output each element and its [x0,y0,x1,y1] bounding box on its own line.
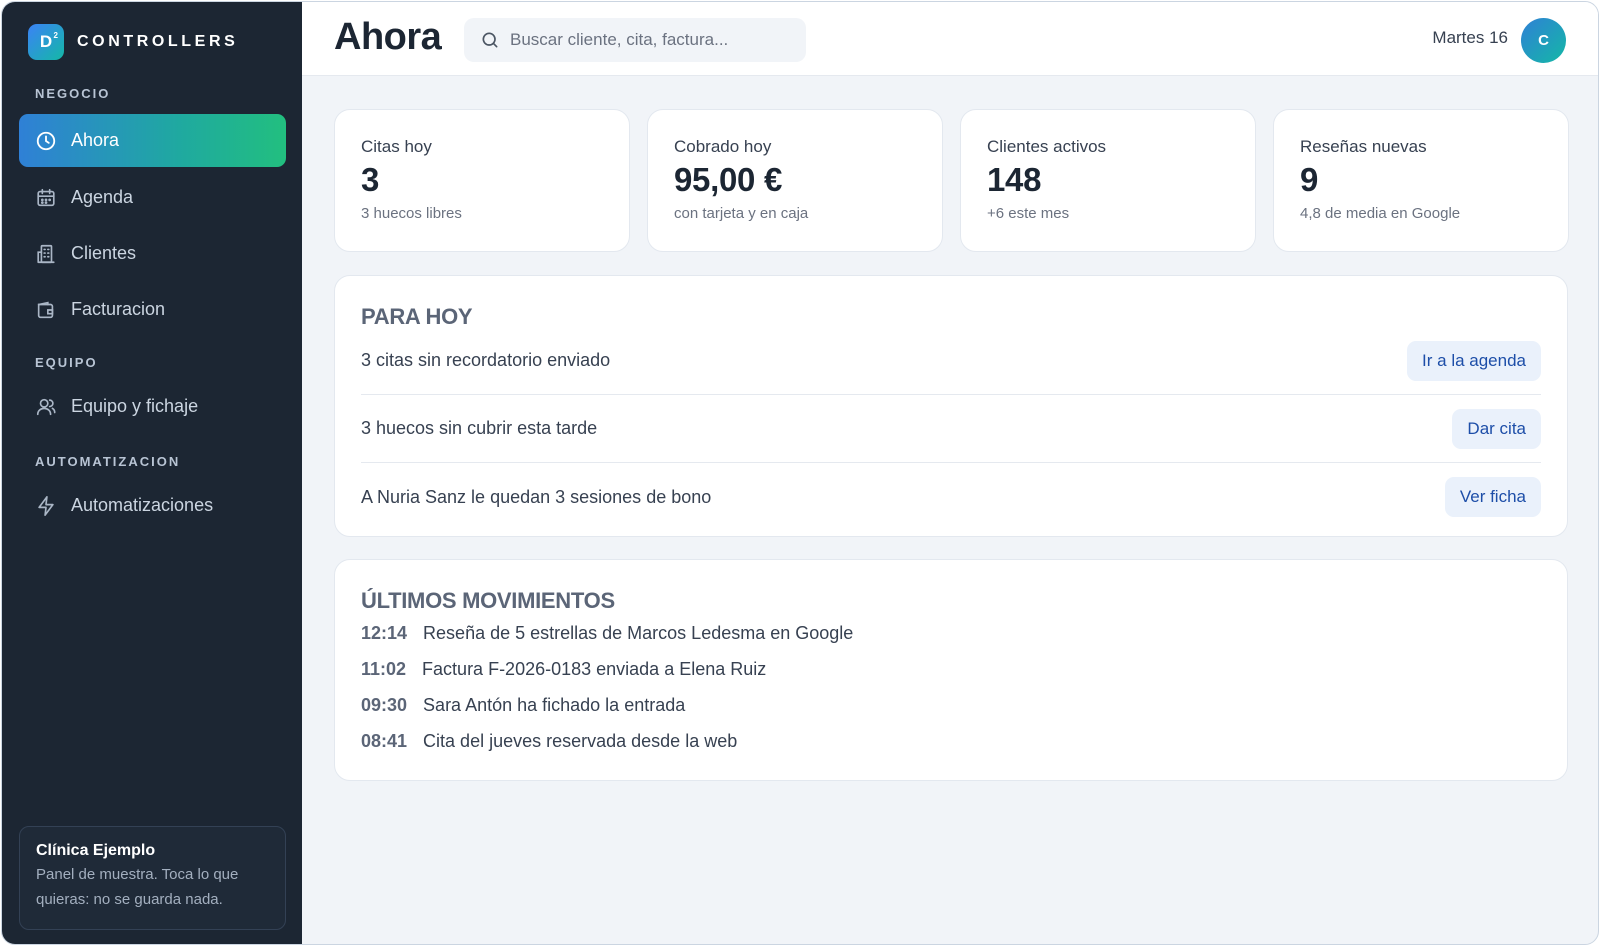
movement-text: Sara Antón ha fichado la entrada [423,695,686,715]
brand-logo-letter: D [39,32,53,51]
task-text: 3 huecos sin cubrir esta tarde [361,418,598,438]
section-label-equipo: EQUIPO [35,355,98,370]
stat-card-clientes: Clientes activos 148 +6 este mes [960,109,1256,252]
panel-title: ÚLTIMOS MOVIMIENTOS [361,588,615,613]
avatar[interactable]: C [1521,18,1566,63]
sidebar-item-label: Agenda [71,187,134,207]
stat-card-cobrado: Cobrado hoy 95,00 € con tarjeta y en caj… [647,109,943,252]
section-label-automatizacion: AUTOMATIZACION [35,454,181,469]
stat-subtext: con tarjeta y en caja [674,205,809,222]
sidebar-item-label: Automatizaciones [71,495,214,515]
movement-time: 09:30 [361,695,408,715]
stat-label: Clientes activos [987,137,1107,156]
stat-subtext: 3 huecos libres [361,205,462,222]
stat-label: Cobrado hoy [674,137,772,156]
sidebar-item-label: Ahora [71,130,120,150]
clock-icon [36,131,56,150]
movement-text: Cita del jueves reservada desde la web [423,731,738,751]
stat-value: 3 [361,161,380,198]
sidebar-item-clientes[interactable]: Clientes [19,227,286,280]
brand-name: CONTROLLERS [77,33,239,50]
task-text: A Nuria Sanz le quedan 3 sesiones de bon… [361,486,712,507]
page-title: Ahora [334,16,442,58]
task-row: 3 huecos sin cubrir esta tarde Dar cita [361,395,1541,463]
list-item: 09:30 Sara Antón ha fichado la entrada [361,695,685,716]
sidebar-item-equipo[interactable]: Equipo y fichaje [19,380,286,433]
stat-value: 9 [1300,161,1319,198]
go-to-agenda-button[interactable]: Ir a la agenda [1407,340,1541,381]
list-item: 08:41 Cita del jueves reservada desde la… [361,731,737,752]
clinic-name: Clínica Ejemplo [36,842,156,859]
stat-label: Reseñas nuevas [1300,137,1427,156]
main-content: Ahora Martes 16 C Citas hoy 3 3 huecos l… [302,2,1598,944]
building-icon [37,244,55,263]
lightning-icon [38,495,54,516]
brand: D2 CONTROLLERS [28,24,238,60]
sidebar-item-ahora[interactable]: Ahora [19,114,286,167]
movements-panel: ÚLTIMOS MOVIMIENTOS 12:14 Reseña de 5 es… [334,559,1568,781]
task-text: 3 citas sin recordatorio enviado [361,350,611,370]
search-icon [482,32,498,48]
topbar: Ahora Martes 16 C [302,2,1598,76]
section-label-negocio: NEGOCIO [35,86,111,101]
search-input[interactable] [510,30,790,50]
stat-value: 148 [987,161,1042,198]
sidebar-item-label: Clientes [71,243,137,263]
sidebar-item-label: Equipo y fichaje [71,396,199,416]
sidebar-item-agenda[interactable]: Agenda [19,171,286,224]
search-box[interactable] [464,18,806,62]
movement-text: Factura F-2026-0183 enviada a Elena Ruiz [422,659,767,679]
stat-label: Citas hoy [361,137,432,156]
stat-card-resenas: Reseñas nuevas 9 4,8 de media en Google [1273,109,1569,252]
brand-logo: D2 [28,24,64,60]
sidebar-item-automatizaciones[interactable]: Automatizaciones [19,479,286,532]
stat-subtext: 4,8 de media en Google [1300,205,1461,222]
brand-logo-superscript: 2 [53,31,58,40]
movement-text: Reseña de 5 estrellas de Marcos Ledesma … [423,623,854,643]
clinic-card: Clínica Ejemplo Panel de muestra. Toca l… [19,826,286,930]
stat-subtext: +6 este mes [987,205,1070,222]
stat-value: 95,00 € [674,161,783,198]
today-panel: PARA HOY 3 citas sin recordatorio enviad… [334,275,1568,537]
list-item: 12:14 Reseña de 5 estrellas de Marcos Le… [361,623,853,644]
movement-time: 08:41 [361,731,408,751]
current-date: Martes 16 [1432,28,1508,47]
wallet-icon [37,301,54,318]
app-window: D2 CONTROLLERS NEGOCIO Ahora Agenda Clie… [1,1,1599,945]
movement-time: 11:02 [361,659,407,679]
calendar-icon [37,188,55,206]
give-appointment-button[interactable]: Dar cita [1452,408,1541,449]
list-item: 11:02 Factura F-2026-0183 enviada a Elen… [361,659,766,680]
task-row: 3 citas sin recordatorio enviado Ir a la… [361,327,1541,395]
task-row: A Nuria Sanz le quedan 3 sesiones de bon… [361,463,1541,531]
user-icon [36,398,56,415]
sidebar-item-facturacion[interactable]: Facturacion [19,283,286,336]
sidebar-item-label: Facturacion [71,299,166,319]
stat-card-citas: Citas hoy 3 3 huecos libres [334,109,630,252]
clinic-description: Panel de muestra. Toca lo que quieras: n… [36,866,239,908]
view-profile-button[interactable]: Ver ficha [1444,477,1541,517]
sidebar: D2 CONTROLLERS NEGOCIO Ahora Agenda Clie… [2,2,302,944]
movement-time: 12:14 [361,623,408,643]
